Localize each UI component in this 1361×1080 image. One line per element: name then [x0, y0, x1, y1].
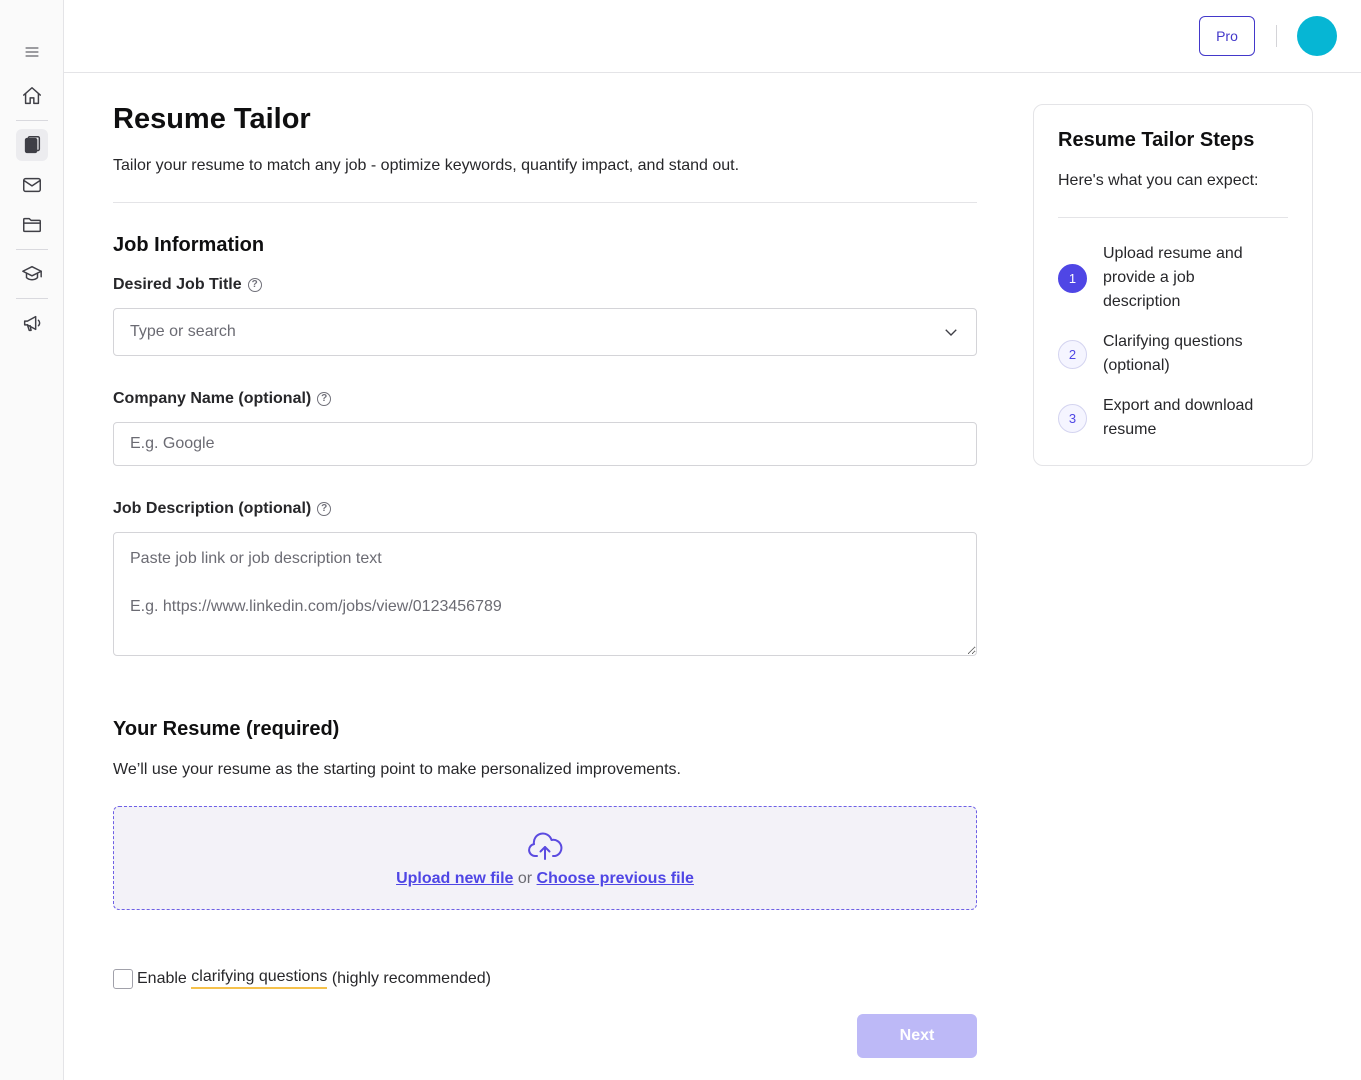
step-text: Clarifying questions (optional)	[1103, 333, 1243, 374]
page-subtitle: Tailor your resume to match any job - op…	[113, 157, 740, 174]
steps-divider	[1058, 217, 1288, 218]
job-title-placeholder: Type or search	[130, 323, 236, 340]
home-icon[interactable]	[16, 80, 48, 112]
topbar-divider	[1276, 25, 1277, 47]
help-circle-icon[interactable]: ?	[317, 392, 332, 406]
topbar	[64, 0, 1361, 73]
mail-icon[interactable]	[16, 169, 48, 201]
sidebar-divider	[16, 120, 48, 121]
your-resume-heading: Your Resume (required)	[113, 718, 340, 740]
avatar[interactable]	[1297, 16, 1337, 56]
step-number-badge: 2	[1058, 339, 1087, 369]
step-number-badge: 1	[1058, 263, 1087, 293]
menu-icon[interactable]	[16, 36, 48, 68]
sidebar-divider	[16, 298, 48, 299]
sidebar	[0, 0, 64, 1080]
upload-new-file-link[interactable]: Upload new file	[396, 870, 513, 887]
job-information-heading: Job Information	[113, 234, 265, 256]
choose-previous-file-link[interactable]: Choose previous file	[537, 870, 694, 887]
job-description-label: Job Description (optional) ?	[113, 500, 332, 518]
company-name-label: Company Name (optional) ?	[113, 390, 332, 408]
step-text: Export and download resume	[1103, 397, 1254, 438]
step-text: Upload resume and provide a job descript…	[1103, 245, 1243, 310]
step-item: 2 Clarifying questions (optional)	[1058, 330, 1273, 378]
resume-upload-dropzone[interactable]: Upload new file or Choose previous file	[113, 806, 977, 910]
chevron-down-icon[interactable]	[942, 323, 960, 341]
graduation-cap-icon[interactable]	[16, 258, 48, 290]
upload-links: Upload new file or Choose previous file	[396, 870, 694, 887]
job-title-label: Desired Job Title ?	[113, 276, 262, 294]
job-title-select[interactable]: Type or search	[113, 308, 977, 356]
steps-title: Resume Tailor Steps	[1058, 129, 1255, 151]
help-circle-icon[interactable]: ?	[247, 278, 262, 292]
steps-subtitle: Here's what you can expect:	[1058, 172, 1259, 189]
step-item: 3 Export and download resume	[1058, 394, 1273, 442]
next-button[interactable]: Next	[857, 1014, 977, 1058]
help-circle-icon[interactable]: ?	[317, 502, 332, 516]
clarifying-questions-option[interactable]: Enable clarifying questions (highly reco…	[113, 968, 491, 989]
folder-icon[interactable]	[16, 209, 48, 241]
pro-button[interactable]: Pro	[1199, 16, 1255, 56]
clarifying-questions-checkbox[interactable]	[113, 968, 133, 989]
clipboard-icon[interactable]	[16, 129, 48, 161]
step-number-badge: 3	[1058, 403, 1087, 433]
step-item: 1 Upload resume and provide a job descri…	[1058, 242, 1273, 314]
job-description-textarea[interactable]	[113, 532, 977, 656]
cloud-upload-icon	[528, 832, 563, 860]
megaphone-icon[interactable]	[16, 307, 48, 339]
divider	[113, 202, 977, 203]
page-title: Resume Tailor	[113, 103, 311, 135]
steps-card: Resume Tailor Steps Here's what you can …	[1033, 104, 1313, 466]
resume-subtitle: We’ll use your resume as the starting po…	[113, 761, 681, 778]
sidebar-divider	[16, 249, 48, 250]
clarifying-questions-term[interactable]: clarifying questions	[191, 968, 328, 989]
company-name-input[interactable]	[113, 422, 977, 466]
